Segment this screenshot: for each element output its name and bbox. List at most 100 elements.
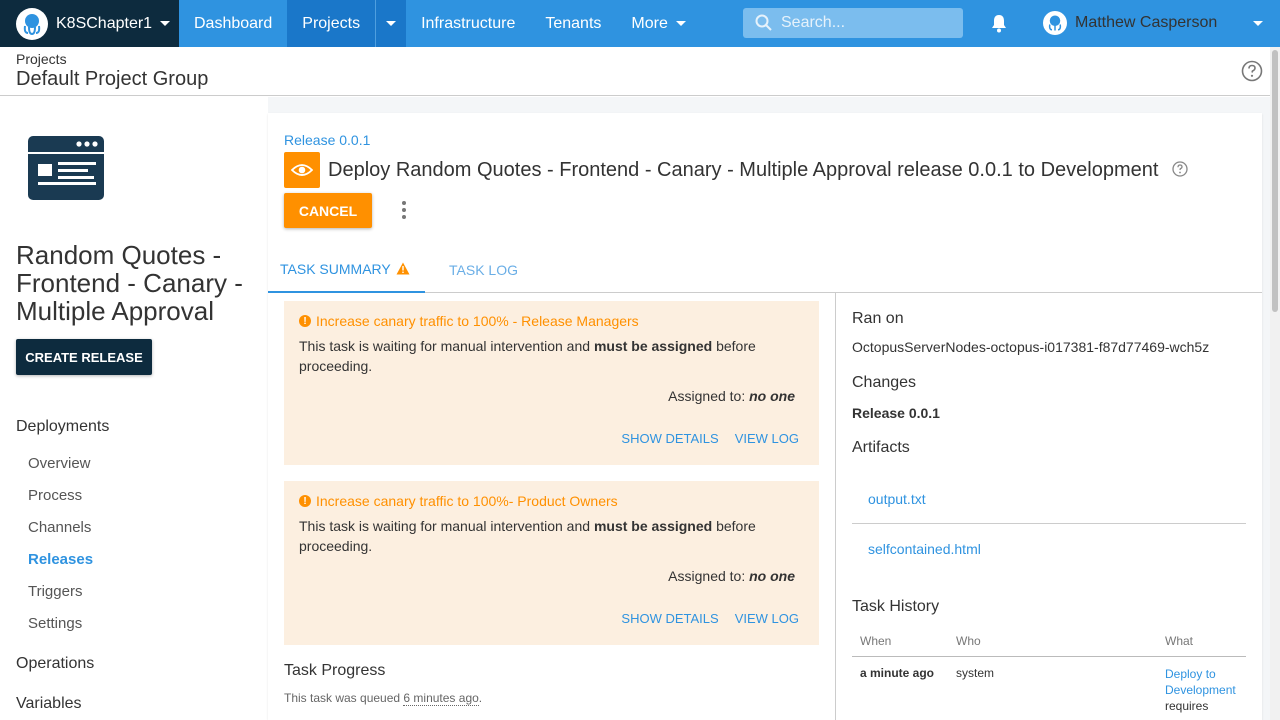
task-history-heading: Task History <box>852 598 940 615</box>
octopus-logo-icon <box>16 7 48 40</box>
kebab-menu-icon[interactable] <box>399 201 409 219</box>
queued-prefix: This task was queued <box>284 691 404 705</box>
nav-infrastructure[interactable]: Infrastructure <box>406 0 530 47</box>
space-name: K8SChapter1 <box>56 14 153 32</box>
show-details-button[interactable]: SHOW DETAILS <box>621 611 718 626</box>
queued-suffix: . <box>478 691 483 705</box>
user-menu[interactable]: Matthew Casperson <box>1043 11 1217 35</box>
intervention-title-text: Increase canary traffic to 100% - Releas… <box>316 313 639 329</box>
sidebar-heading-deployments[interactable]: Deployments <box>16 418 109 436</box>
scrollbar-thumb[interactable] <box>1272 50 1278 312</box>
search-placeholder: Search... <box>781 14 846 31</box>
nav-dashboard[interactable]: Dashboard <box>179 0 287 47</box>
page-title: Default Project Group <box>16 68 209 90</box>
column-header-what: What <box>1165 634 1194 648</box>
artifact-link[interactable]: output.txt <box>852 474 1246 524</box>
warning-circle-icon: ! <box>299 495 311 507</box>
release-link[interactable]: Release 0.0.1 <box>284 132 370 148</box>
sidebar-item-triggers[interactable]: Triggers <box>28 583 82 600</box>
page-header: Projects Default Project Group <box>0 47 1270 96</box>
sidebar-heading-variables[interactable]: Variables <box>16 695 82 713</box>
task-title: Deploy Random Quotes - Frontend - Canary… <box>328 159 1159 181</box>
projects-dropdown-button[interactable] <box>375 0 407 47</box>
sidebar-item-overview[interactable]: Overview <box>28 455 91 472</box>
tab-task-log[interactable]: TASK LOG <box>437 246 530 293</box>
intervention-card: ! Increase canary traffic to 100%- Produ… <box>284 481 819 645</box>
history-table-header: When Who What <box>852 630 1246 657</box>
changes-value: Release 0.0.1 <box>852 405 940 421</box>
intervention-message: This task is waiting for manual interven… <box>299 336 799 376</box>
space-switcher[interactable]: K8SChapter1 <box>0 0 179 47</box>
nav-more-label: More <box>631 14 668 32</box>
queued-text: This task was queued 6 minutes ago. <box>284 691 483 706</box>
assigned-label: Assigned to: <box>668 568 750 584</box>
column-header-who: Who <box>956 634 981 648</box>
intervention-actions: SHOW DETAILS VIEW LOG <box>621 431 799 446</box>
chevron-down-icon[interactable] <box>1253 21 1263 26</box>
tab-task-summary[interactable]: TASK SUMMARY <box>268 246 425 293</box>
warning-triangle-icon <box>396 262 410 275</box>
message-emphasis: must be assigned <box>593 518 713 534</box>
cancel-button[interactable]: CANCEL <box>284 193 372 228</box>
artifact-link[interactable]: selfcontained.html <box>852 524 1246 574</box>
search-input[interactable]: Search... <box>743 8 963 38</box>
queued-time: 6 minutes ago <box>403 691 479 706</box>
assigned-to: Assigned to: no one <box>668 388 795 404</box>
sidebar-item-process[interactable]: Process <box>28 487 82 504</box>
history-what-link[interactable]: Deploy to Development <box>1165 667 1236 697</box>
bell-icon[interactable] <box>989 13 1009 38</box>
chevron-down-icon <box>386 21 397 26</box>
project-name: Random Quotes - Frontend - Canary - Mult… <box>16 240 243 326</box>
history-when: a minute ago <box>860 666 935 680</box>
nav-more[interactable]: More <box>616 0 700 47</box>
assigned-value: no one <box>749 388 795 404</box>
sidebar-item-settings[interactable]: Settings <box>28 615 82 632</box>
history-what-text: requires <box>1165 699 1209 713</box>
sidebar-item-channels[interactable]: Channels <box>28 519 91 536</box>
message-text: This task is waiting for manual interven… <box>299 518 594 534</box>
user-avatar-icon <box>1043 11 1067 35</box>
tab-task-summary-label: TASK SUMMARY <box>280 260 391 277</box>
assigned-value: no one <box>749 568 795 584</box>
user-name: Matthew Casperson <box>1075 14 1218 31</box>
view-log-button[interactable]: VIEW LOG <box>735 431 799 446</box>
warning-circle-icon: ! <box>299 315 311 327</box>
search-icon <box>755 14 772 31</box>
chevron-down-icon <box>160 21 171 26</box>
changes-heading: Changes <box>852 374 917 391</box>
show-details-button[interactable]: SHOW DETAILS <box>621 431 718 446</box>
history-what: Deploy to Development requires <box>1165 666 1245 714</box>
chevron-down-icon <box>675 21 686 26</box>
sidebar-heading-operations[interactable]: Operations <box>16 655 94 673</box>
assigned-label: Assigned to: <box>668 388 750 404</box>
project-sidebar: Random Quotes - Frontend - Canary - Mult… <box>0 97 268 720</box>
ran-on-value: OctopusServerNodes-octopus-i017381-f87d7… <box>852 339 1210 355</box>
table-row: a minute ago system Deploy to Developmen… <box>852 658 1246 720</box>
column-divider <box>835 293 836 720</box>
history-who: system <box>956 666 995 680</box>
message-emphasis: must be assigned <box>593 338 713 354</box>
task-progress-heading: Task Progress <box>284 662 386 679</box>
ran-on-heading: Ran on <box>852 310 904 327</box>
column-header-when: When <box>860 634 892 648</box>
project-logo-icon <box>28 136 104 200</box>
breadcrumb[interactable]: Projects <box>16 51 67 67</box>
help-circle-icon[interactable] <box>1172 161 1188 177</box>
help-circle-icon[interactable] <box>1241 60 1263 82</box>
intervention-title: ! Increase canary traffic to 100% - Rele… <box>299 313 639 329</box>
intervention-title: ! Increase canary traffic to 100%- Produ… <box>299 493 618 509</box>
artifacts-heading: Artifacts <box>852 439 910 456</box>
intervention-card: ! Increase canary traffic to 100% - Rele… <box>284 301 819 465</box>
view-log-button[interactable]: VIEW LOG <box>735 611 799 626</box>
create-release-button[interactable]: CREATE RELEASE <box>16 339 152 375</box>
nav-tenants[interactable]: Tenants <box>530 0 616 47</box>
nav-projects[interactable]: Projects <box>287 0 376 47</box>
sidebar-item-releases[interactable]: Releases <box>28 551 93 568</box>
intervention-actions: SHOW DETAILS VIEW LOG <box>621 611 799 626</box>
message-text: This task is waiting for manual interven… <box>299 338 594 354</box>
intervention-title-text: Increase canary traffic to 100%- Product… <box>316 493 618 509</box>
task-tabs: TASK SUMMARY TASK LOG <box>268 246 1262 293</box>
eye-icon <box>284 152 320 188</box>
assigned-to: Assigned to: no one <box>668 568 795 584</box>
intervention-message: This task is waiting for manual interven… <box>299 516 799 556</box>
